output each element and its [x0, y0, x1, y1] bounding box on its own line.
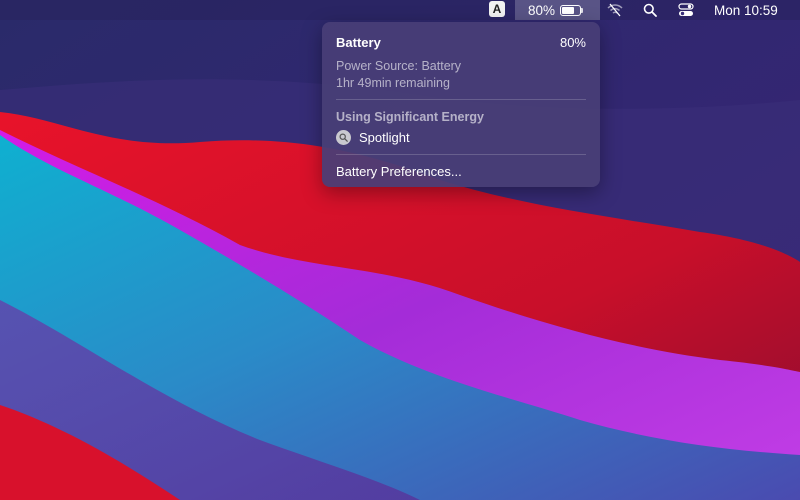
significant-energy-heading: Using Significant Energy: [336, 110, 484, 124]
battery-percent-label: 80%: [528, 2, 556, 18]
spotlight-icon: [336, 130, 351, 145]
battery-icon: [560, 4, 584, 16]
battery-preferences-menu-item[interactable]: Battery Preferences...: [336, 164, 462, 179]
wifi-off-icon[interactable]: [606, 0, 624, 20]
search-icon[interactable]: [641, 0, 659, 20]
battery-menu-percent: 80%: [559, 35, 586, 50]
battery-menu-header: Battery 80%: [336, 35, 586, 50]
battery-menu-title: Battery: [336, 35, 381, 50]
menu-bar-clock[interactable]: Mon 10:59: [714, 0, 778, 20]
battery-menu: Battery 80% Power Source: Battery 1hr 49…: [322, 22, 600, 187]
energy-app-item-spotlight[interactable]: Spotlight: [336, 130, 410, 145]
control-center-icon[interactable]: [676, 0, 696, 20]
battery-status-item[interactable]: 80%: [515, 0, 600, 20]
time-remaining-label: 1hr 49min remaining: [336, 76, 450, 90]
energy-app-label: Spotlight: [359, 130, 410, 145]
menu-divider: [336, 99, 586, 100]
menu-divider: [336, 154, 586, 155]
menu-bar: A 80% Mon 10:59: [0, 0, 800, 20]
power-source-label: Power Source: Battery: [336, 59, 462, 73]
input-source-indicator[interactable]: A: [489, 1, 505, 17]
